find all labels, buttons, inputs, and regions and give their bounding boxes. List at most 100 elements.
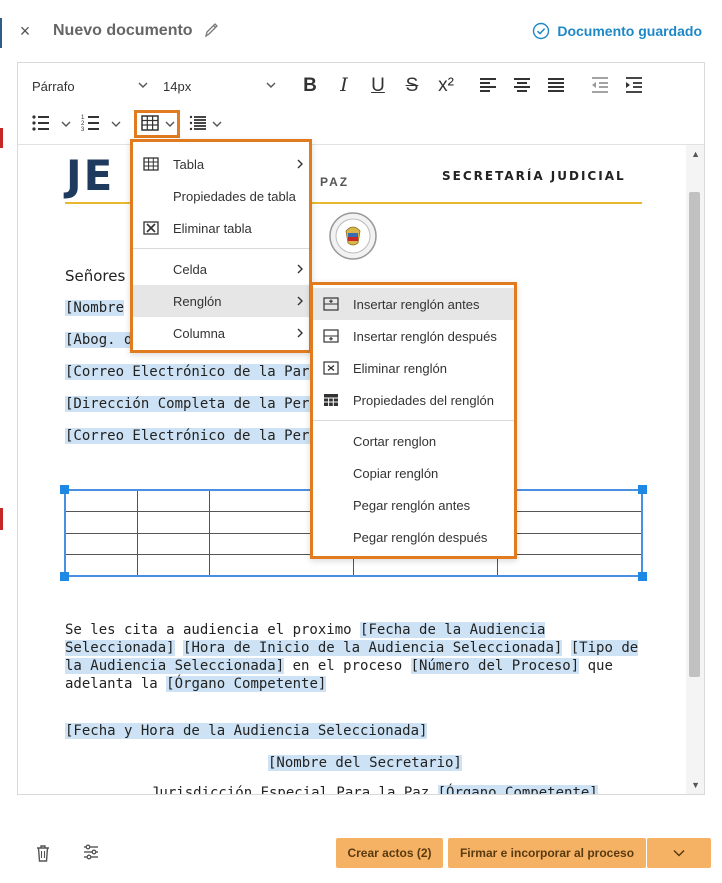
dialog-header: × Nuevo documento Documento guardado (0, 0, 722, 62)
superscript-icon: x² (438, 74, 454, 96)
italic-button[interactable]: I (331, 72, 357, 98)
chevron-right-icon (297, 159, 303, 169)
menu-item-propiedades-renglon[interactable]: Propiedades del renglón (313, 384, 514, 416)
menu-item-propiedades-tabla[interactable]: Propiedades de tabla (133, 180, 309, 212)
align-justify-button[interactable] (543, 72, 569, 98)
menu-item-insertar-antes[interactable]: Insertar renglón antes (313, 288, 514, 320)
field-numero-proceso: [Número del Proceso] (410, 658, 580, 674)
chevron-down-icon (673, 849, 685, 857)
menu-item-insertar-despues[interactable]: Insertar renglón después (313, 320, 514, 352)
para-text: en el proceso (284, 658, 411, 674)
indent-button[interactable] (621, 72, 647, 98)
scroll-up-icon[interactable]: ▲ (691, 149, 700, 159)
trash-icon[interactable] (34, 843, 52, 863)
chevron-down-icon[interactable] (110, 118, 122, 130)
table-menu: Tabla Propiedades de tabla Eliminar tabl… (130, 139, 312, 353)
close-icon[interactable]: × (15, 20, 35, 42)
numbered-list-icon: 123 (81, 115, 99, 133)
field-nombre-secretario: [Nombre del Secretario] (268, 755, 462, 771)
para-text: Se les cita a audiencia el proximo (65, 622, 361, 638)
saved-label: Documento guardado (557, 23, 702, 39)
menu-item-eliminar-tabla[interactable]: Eliminar tabla (133, 212, 309, 244)
align-left-icon (480, 78, 496, 92)
pencil-icon[interactable] (203, 22, 219, 40)
chevron-down-icon[interactable] (60, 118, 72, 130)
delete-row-icon (323, 361, 339, 375)
paragraph-format-select[interactable]: Párrafo (32, 75, 149, 97)
logo: JE (66, 151, 115, 200)
strikethrough-button[interactable]: S (399, 72, 425, 98)
menu-item-label: Propiedades de tabla (173, 188, 296, 204)
field-hora: [Hora de Inicio de la Audiencia Seleccio… (183, 640, 563, 656)
menu-item-label: Tabla (173, 156, 205, 172)
indent-icon (626, 77, 642, 93)
insert-row-before-icon (323, 297, 339, 311)
chevron-right-icon (297, 328, 303, 338)
table-button[interactable] (137, 110, 163, 136)
row-submenu: Insertar renglón antes Insertar renglón … (310, 282, 517, 559)
secretaria-heading: SECRETARÍA JUDICIAL (442, 169, 626, 183)
menu-item-label: Propiedades del renglón (353, 392, 494, 408)
chevron-down-icon[interactable] (211, 118, 223, 130)
align-center-icon (514, 78, 530, 92)
field-organo-competente: [Órgano Competente] (437, 785, 598, 794)
chevron-right-icon (297, 296, 303, 306)
menu-item-label: Pegar renglón después (353, 529, 488, 545)
field-organo: [Órgano Competente] (166, 676, 327, 692)
bullet-list-button[interactable] (28, 110, 54, 136)
delete-table-icon (143, 221, 159, 235)
menu-item-label: Renglón (173, 293, 222, 309)
menu-item-cortar[interactable]: Cortar renglon (313, 425, 514, 457)
jurisdiccion-text: Jurisdicción Especial Para la Paz (151, 785, 430, 794)
align-left-button[interactable] (475, 72, 501, 98)
paragraph-format-value: Párrafo (32, 78, 75, 94)
underline-button[interactable]: U (365, 72, 391, 98)
citation-paragraph: Se les cita a audiencia el proximo [Fech… (65, 621, 655, 693)
salutation: Señores (65, 267, 126, 285)
scrollbar-thumb[interactable] (689, 192, 700, 677)
resize-handle[interactable] (638, 572, 647, 581)
menu-item-tabla[interactable]: Tabla (133, 148, 309, 180)
menu-item-label: Eliminar renglón (353, 360, 447, 376)
resize-handle[interactable] (60, 572, 69, 581)
menu-item-renglon[interactable]: Renglón (133, 285, 309, 317)
field-direccion: [Dirección Completa de la Persona (65, 396, 344, 412)
firmar-incorporar-button[interactable]: Firmar e incorporar al proceso (448, 838, 646, 868)
menu-item-eliminar-renglon[interactable]: Eliminar renglón (313, 352, 514, 384)
sliders-icon[interactable] (82, 842, 100, 862)
menu-item-copiar[interactable]: Copiar renglón (313, 457, 514, 489)
resize-handle[interactable] (60, 485, 69, 494)
bold-button[interactable]: B (297, 72, 323, 98)
menu-item-pegar-antes[interactable]: Pegar renglón antes (313, 489, 514, 521)
numbered-list-button[interactable]: 123 (78, 110, 104, 136)
logo-subtitle: PAZ (320, 175, 350, 189)
row-properties-icon (324, 394, 338, 406)
outdent-button[interactable] (587, 72, 613, 98)
scrollbar[interactable]: ▲ ▼ (686, 145, 704, 794)
chevron-down-icon[interactable] (164, 118, 176, 130)
superscript-button[interactable]: x² (433, 72, 459, 98)
menu-item-label: Eliminar tabla (173, 220, 252, 236)
font-size-value: 14px (163, 78, 192, 94)
more-options-button[interactable] (647, 838, 711, 868)
seal-image (329, 212, 377, 260)
menu-item-label: Insertar renglón después (353, 328, 497, 344)
chevron-down-icon (266, 82, 276, 88)
menu-item-pegar-despues[interactable]: Pegar renglón después (313, 521, 514, 553)
menu-item-label: Cortar renglon (353, 433, 437, 449)
chevron-down-icon (138, 82, 148, 88)
scroll-down-icon[interactable]: ▼ (691, 780, 700, 790)
resize-handle[interactable] (638, 485, 647, 494)
line-spacing-button[interactable] (185, 110, 211, 136)
footer-bar: Crear actos (2) Firmar e incorporar al p… (0, 830, 722, 883)
crear-actos-button[interactable]: Crear actos (2) (336, 838, 443, 868)
font-size-select[interactable]: 14px (163, 75, 277, 97)
strikethrough-icon: S (405, 74, 419, 96)
line-spacing-icon (189, 115, 206, 131)
menu-item-celda[interactable]: Celda (133, 253, 309, 285)
menu-item-columna[interactable]: Columna (133, 317, 309, 349)
chevron-right-icon (297, 264, 303, 274)
saved-status: Documento guardado (532, 22, 702, 40)
table-grid-icon (143, 157, 159, 171)
align-center-button[interactable] (509, 72, 535, 98)
